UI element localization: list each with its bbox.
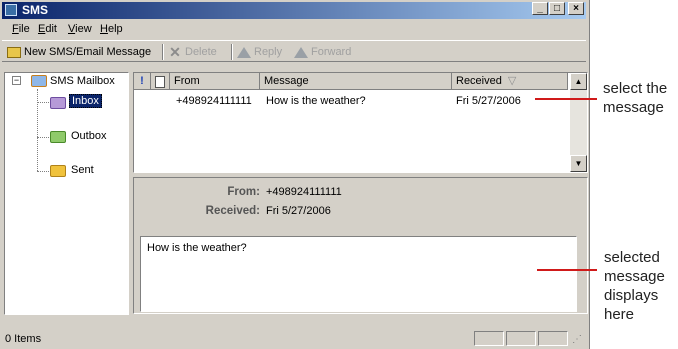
scroll-down-icon[interactable]: ▼ [570,155,587,172]
column-priority[interactable]: ! [134,73,151,89]
column-received-label: Received [456,75,502,87]
annotation-bottom-line-4: here [604,306,635,323]
received-value: Fri 5/27/2006 [266,205,331,217]
new-message-label: New SMS/Email Message [24,46,152,58]
from-label: From: [227,186,260,198]
toolbar-separator [231,44,233,60]
toolbar: New SMS/Email Message ✕ Delete Reply For… [2,40,586,62]
annotation-bottom-line-1: selected [604,249,660,266]
close-button[interactable]: × [568,2,584,15]
scroll-up-icon[interactable]: ▲ [570,73,587,90]
new-message-icon [7,46,21,58]
menu-file[interactable]: File [12,23,30,35]
annotation-line-top [535,98,597,100]
delete-button[interactable]: ✕ Delete [168,44,217,60]
status-panel [506,331,536,346]
received-label: Received: [205,205,260,217]
toolbar-separator [162,44,164,60]
folder-tree: − SMS Mailbox Inbox Outbox Sent [4,72,129,315]
delete-icon: ✕ [169,44,181,60]
app-window: SMS _ □ × File Edit View Help New SMS/Em… [0,0,590,349]
column-message[interactable]: Message [260,73,452,89]
status-panel [538,331,568,346]
message-body[interactable]: How is the weather? [140,236,577,312]
annotation-bottom-line-2: message [604,268,665,285]
list-scrollbar[interactable]: ▲ ▼ [570,73,587,172]
forward-icon [294,46,308,58]
sent-icon [50,165,66,177]
tree-root-label[interactable]: SMS Mailbox [50,75,115,87]
title-bar[interactable]: SMS [2,2,586,19]
reply-label: Reply [254,46,283,58]
maximize-button[interactable]: □ [549,2,565,15]
row-from: +498924111111 [176,95,252,107]
reply-icon [237,46,251,58]
annotation-bottom: selected message displays here [604,248,665,324]
annotation-line-bottom [537,269,597,271]
message-list: ! From Message Received ▽ +498924111111 … [133,72,588,173]
tree-item-outbox[interactable]: Outbox [71,130,106,142]
column-received[interactable]: Received ▽ [452,73,568,89]
tree-connector [37,137,51,138]
annotation-top-line-2: message [603,99,664,116]
tree-connector [37,171,51,172]
delete-label: Delete [185,46,217,58]
forward-button[interactable]: Forward [294,44,351,60]
outbox-icon [50,131,66,143]
list-header: ! From Message Received ▽ [134,73,568,90]
menu-view[interactable]: View [68,23,92,35]
column-attachment[interactable] [151,73,170,89]
menu-help[interactable]: Help [100,23,123,35]
from-value: +498924111111 [266,186,342,198]
window-title: SMS [22,3,49,17]
mailbox-icon [31,75,47,87]
page-icon [155,76,165,88]
app-icon [5,4,17,16]
column-from[interactable]: From [170,73,260,89]
status-text: 0 Items [5,333,42,345]
collapse-toggle[interactable]: − [12,76,21,85]
resize-grip-icon[interactable]: ⋰ [572,334,582,345]
row-received: Fri 5/27/2006 [456,95,521,107]
annotation-bottom-line-3: displays [604,287,659,304]
message-detail: From: +498924111111 Received: Fri 5/27/2… [133,177,588,314]
tree-item-inbox[interactable]: Inbox [69,94,102,108]
menu-edit[interactable]: Edit [38,23,57,35]
tree-item-sent[interactable]: Sent [71,164,94,176]
annotation-top-line-1: select the [603,80,668,97]
reply-button[interactable]: Reply [237,44,282,60]
minimize-button[interactable]: _ [532,2,548,15]
tree-connector [37,102,51,103]
menu-bar: File Edit View Help [2,21,586,38]
annotation-top: select the message [603,79,667,117]
sort-arrow-icon: ▽ [507,75,517,87]
forward-label: Forward [311,46,352,58]
new-message-button[interactable]: New SMS/Email Message [7,44,151,60]
status-bar: 0 Items ⋰ [2,330,588,347]
inbox-icon [50,97,66,109]
status-panel [474,331,504,346]
row-message: How is the weather? [266,95,366,107]
